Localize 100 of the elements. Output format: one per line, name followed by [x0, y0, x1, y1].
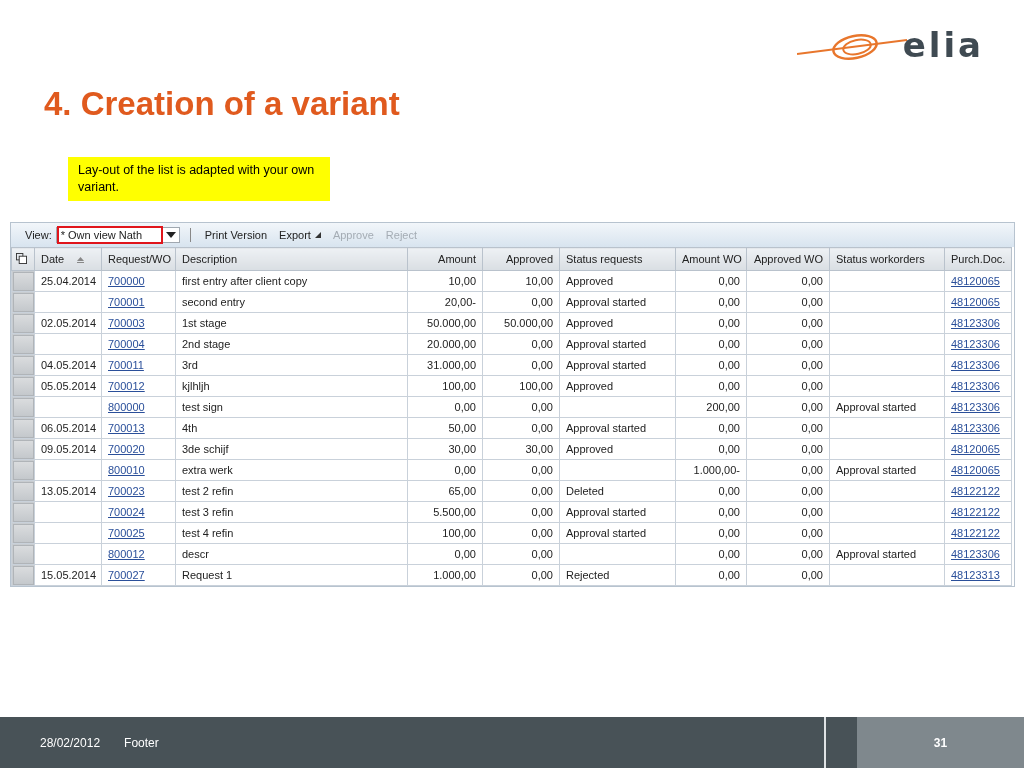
column-header[interactable]: Date	[41, 253, 65, 265]
table-cell: 0,00	[801, 296, 823, 308]
table-cell: 1.000,00	[433, 569, 476, 581]
table-cell: first entry after client copy	[182, 275, 308, 287]
row-selector[interactable]	[12, 502, 34, 522]
table-cell: 0,00	[454, 464, 476, 476]
table-cell: Approved	[566, 380, 614, 392]
table-cell: 0,00	[531, 569, 553, 581]
row-selector[interactable]	[12, 397, 34, 417]
table-cell: Approval started	[566, 527, 647, 539]
select-all-icon[interactable]	[16, 252, 27, 264]
table-cell: 0,00	[531, 527, 553, 539]
table-cell: Approved	[566, 317, 614, 329]
table-cell: 0,00	[531, 548, 553, 560]
table-cell: 0,00	[801, 548, 823, 560]
table-cell: 0,00	[454, 401, 476, 413]
row-selector[interactable]	[12, 565, 34, 585]
table-cell: 04.05.2014	[41, 359, 97, 371]
slide-title: 4. Creation of a variant	[44, 84, 401, 124]
table-cell: test 4 refin	[182, 527, 234, 539]
table-cell: 100,00	[442, 380, 476, 392]
table-cell: 0,00	[531, 296, 553, 308]
footer-date: 28/02/2012	[40, 735, 101, 750]
table-cell: 0,00	[718, 548, 740, 560]
table-cell: Approval started	[836, 548, 917, 560]
table-cell: 10,00	[448, 275, 476, 287]
row-selector[interactable]	[12, 271, 34, 291]
callout-note: Lay-out of the list is adapted with your own variant.	[68, 157, 330, 201]
table-cell: Approval started	[836, 401, 917, 413]
row-selector[interactable]	[12, 481, 34, 501]
table-cell: 0,00	[801, 338, 823, 350]
row-selector[interactable]	[12, 313, 34, 333]
footer-text: Footer	[124, 735, 159, 750]
table-cell: 0,00	[801, 422, 823, 434]
toolbar-button[interactable]: Print Version	[200, 229, 272, 241]
row-selector[interactable]	[12, 523, 34, 543]
table-cell: Approval started	[566, 506, 647, 518]
table-cell: Approved	[566, 443, 614, 455]
table-cell: 0,00	[801, 527, 823, 539]
table-cell: 0,00	[801, 506, 823, 518]
company-logo: elia	[796, 28, 984, 62]
table-cell: 1.000,00-	[693, 464, 740, 476]
column-header[interactable]: Description	[182, 253, 238, 265]
table-cell: Approved	[566, 275, 614, 287]
table-cell: 50.000,00	[427, 317, 476, 329]
table-cell: 0,00	[801, 485, 823, 497]
table-cell: 02.05.2014	[41, 317, 97, 329]
table-cell: 0,00	[718, 422, 740, 434]
table-cell: 50,00	[448, 422, 476, 434]
toolbar-button[interactable]: Export	[275, 229, 325, 241]
row-selector[interactable]	[12, 544, 34, 564]
table-cell: 0,00	[801, 443, 823, 455]
row-selector[interactable]	[12, 460, 34, 480]
table-cell: 0,00	[531, 485, 553, 497]
table-cell: 0,00	[531, 506, 553, 518]
view-label: View:	[25, 229, 52, 241]
table-cell: 15.05.2014	[41, 569, 97, 581]
sort-icon[interactable]	[77, 257, 85, 263]
table-cell: kjlhljh	[182, 380, 210, 392]
table-cell: 0,00	[801, 464, 823, 476]
table-cell: 0,00	[718, 485, 740, 497]
table-cell: 20,00-	[444, 296, 476, 308]
table-cell: 30,00	[525, 443, 553, 455]
table-cell: 0,00	[531, 401, 553, 413]
row-selector[interactable]	[12, 439, 34, 459]
table-cell: 25.04.2014	[41, 275, 97, 287]
row-selector[interactable]	[12, 292, 34, 312]
row-selector[interactable]	[12, 334, 34, 354]
table-cell: Approval started	[566, 422, 647, 434]
table-cell: 0,00	[801, 317, 823, 329]
table-cell: test sign	[182, 401, 223, 413]
table-cell: 5.500,00	[433, 506, 476, 518]
table-cell: Rejected	[566, 569, 610, 581]
table-cell: 50.000,00	[504, 317, 553, 329]
table-cell: 0,00	[718, 338, 740, 350]
table-cell: test 2 refin	[182, 485, 234, 497]
row-selector[interactable]	[12, 376, 34, 396]
table-cell: 0,00	[531, 422, 553, 434]
table-cell: 0,00	[718, 359, 740, 371]
row-selector[interactable]	[12, 418, 34, 438]
table-cell: 0,00	[531, 359, 553, 371]
page-number: 31	[933, 735, 948, 750]
row-selector[interactable]	[12, 355, 34, 375]
table-cell: 06.05.2014	[41, 422, 97, 434]
table-cell: 0,00	[531, 464, 553, 476]
table-cell: 31.000,00	[427, 359, 476, 371]
table-cell: 3rd	[182, 359, 198, 371]
table-cell: Deleted	[566, 485, 604, 497]
table-cell: 20.000,00	[427, 338, 476, 350]
table-cell: 4th	[182, 422, 198, 434]
view-dropdown[interactable]: * Own view Nath	[55, 227, 180, 243]
table-cell: second entry	[182, 296, 245, 308]
table-cell: 0,00	[801, 275, 823, 287]
table-cell: 0,00	[718, 380, 740, 392]
table-cell: Approval started	[836, 464, 917, 476]
table-cell: Request 1	[182, 569, 233, 581]
table-cell: 05.05.2014	[41, 380, 97, 392]
table-cell: 0,00	[801, 569, 823, 581]
table-cell: 0,00	[531, 338, 553, 350]
table-cell: 30,00	[448, 443, 476, 455]
